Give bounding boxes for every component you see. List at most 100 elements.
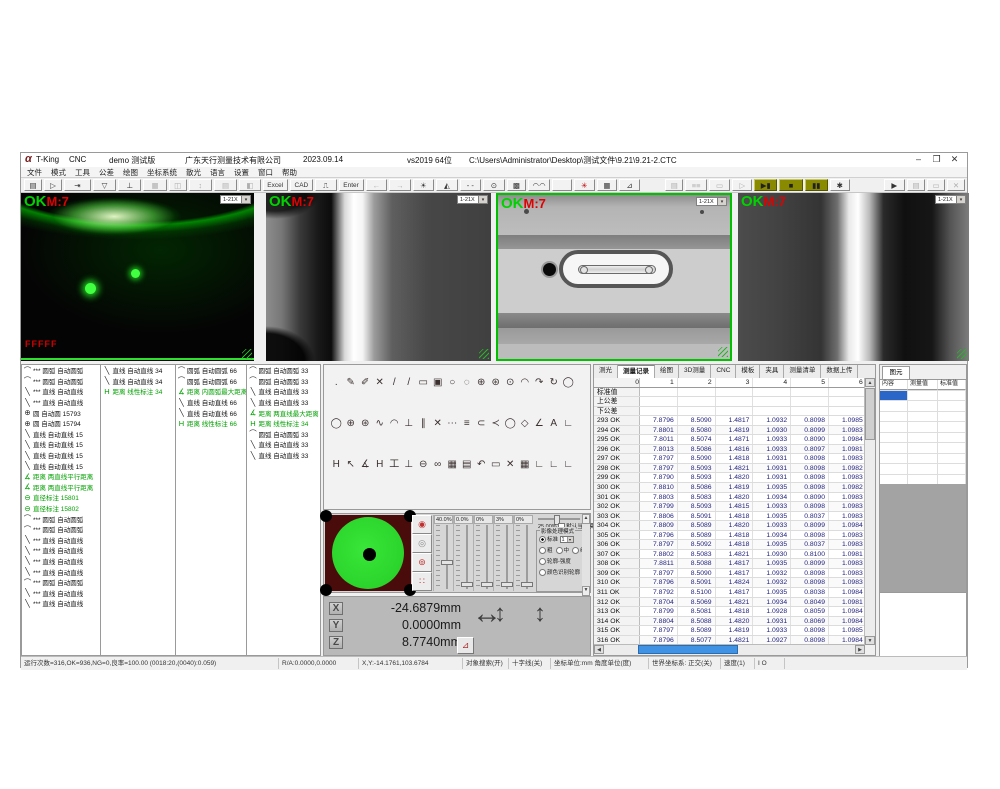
table-row[interactable]: 304 OK7.88098.50891.48201.09330.80991.09… xyxy=(594,521,865,531)
table-row[interactable]: 312 OK7.87048.50691.48211.09340.80491.09… xyxy=(594,598,865,608)
trend-chart-button[interactable]: ⊿ xyxy=(457,637,474,654)
camera-view-1[interactable]: OKM:7 1-21X▾ FFFFF xyxy=(21,193,254,361)
slider-thumb[interactable] xyxy=(481,582,493,587)
palette-tool-2-3[interactable]: H xyxy=(373,458,388,472)
pattern-button[interactable]: ▩ xyxy=(507,179,527,191)
palette-tool-2-9[interactable]: ▤ xyxy=(460,458,475,472)
list-item[interactable]: ╲直线 自动直线 15 xyxy=(22,439,100,450)
table-row[interactable]: 297 OK7.87978.50901.48181.09310.80981.09… xyxy=(594,454,865,464)
element-row[interactable] xyxy=(880,464,966,475)
palette-tool-1-15[interactable]: A xyxy=(547,417,562,431)
slider-track[interactable] xyxy=(494,525,513,589)
ring-light-canvas[interactable] xyxy=(325,515,411,591)
palette-tool-0-9[interactable]: ◌ xyxy=(460,376,475,390)
menu-item-9[interactable]: 窗口 xyxy=(258,167,273,178)
element-row[interactable] xyxy=(880,454,966,465)
minimize-button[interactable]: – xyxy=(910,153,927,166)
table-row[interactable]: 305 OK7.87968.50891.48181.09340.80981.09… xyxy=(594,531,865,541)
chart-button[interactable]: ⊿ xyxy=(619,179,641,191)
light-slider-0[interactable]: 40.0% xyxy=(433,515,453,591)
palette-tool-2-15[interactable]: ∟ xyxy=(547,458,562,472)
palette-tool-2-5[interactable]: ⊥ xyxy=(402,458,417,472)
dash-button[interactable]: - - xyxy=(460,179,482,191)
list-item[interactable]: ⌒圆弧 自动圆弧 66 xyxy=(176,376,247,387)
palette-tool-2-4[interactable]: 工 xyxy=(387,458,402,472)
mode-color-radio[interactable] xyxy=(539,569,546,576)
palette-tool-1-1[interactable]: ⊕ xyxy=(344,417,359,431)
list-item[interactable]: ⌒圆弧 自动圆弧 66 xyxy=(176,365,247,376)
palette-tool-1-7[interactable]: ✕ xyxy=(431,417,446,431)
palette-tool-2-16[interactable]: ∟ xyxy=(561,458,576,472)
export-result-button[interactable]: ▭ xyxy=(927,179,945,191)
jog-arrows[interactable]: ↔ ↕ ↕ xyxy=(472,603,552,639)
move-vertical-button[interactable]: ↕ xyxy=(189,179,212,191)
slider-thumb[interactable] xyxy=(501,582,513,587)
palette-tool-1-6[interactable]: ∥ xyxy=(416,417,431,431)
run-step-button[interactable]: ▶▮ xyxy=(754,179,777,191)
list-item[interactable]: ╲直线 自动直线 66 xyxy=(176,397,247,408)
cad-export-button[interactable]: CAD xyxy=(290,179,313,191)
horizontal-scrollbar[interactable]: ◀ ▶ xyxy=(594,644,865,655)
table-row[interactable]: 294 OK7.88018.50801.48191.09300.80991.09… xyxy=(594,426,865,436)
palette-tool-2-2[interactable]: ∡ xyxy=(358,458,373,472)
palette-tool-0-12[interactable]: ⊙ xyxy=(503,376,518,390)
disabled-grid-button[interactable]: ▦ xyxy=(143,179,166,191)
mode-level-radio-2[interactable] xyxy=(572,547,579,554)
resize-grip[interactable] xyxy=(957,349,967,359)
slider-thumb[interactable] xyxy=(441,560,453,565)
list-item[interactable]: ╲直线 自动直线 33 xyxy=(247,450,320,461)
list-item[interactable]: ╲直线 自动直线 33 xyxy=(247,397,320,408)
probe-button[interactable]: ⊥ xyxy=(118,179,141,191)
menu-item-2[interactable]: 工具 xyxy=(75,167,90,178)
palette-tool-0-6[interactable]: ▭ xyxy=(416,376,431,390)
cancel-button[interactable]: ✕ xyxy=(947,179,965,191)
list-item[interactable]: ╲*** 直线 自动直线 xyxy=(22,545,100,556)
goto-button[interactable]: ⇥ xyxy=(64,179,91,191)
tab-1[interactable]: 测量记录 xyxy=(618,365,655,378)
palette-tool-1-3[interactable]: ∿ xyxy=(373,417,388,431)
menu-item-3[interactable]: 公差 xyxy=(99,167,114,178)
list-item[interactable]: ╲直线 自动直线 15 xyxy=(22,450,100,461)
element-row[interactable] xyxy=(880,433,966,444)
run-tool-button[interactable]: ✱ xyxy=(830,179,850,191)
jog-vertical-icon[interactable]: ↕ xyxy=(494,600,506,628)
tab-4[interactable]: CNC xyxy=(711,365,736,378)
disabled-window-button[interactable]: ◫ xyxy=(169,179,187,191)
tab-7[interactable]: 测量清单 xyxy=(784,365,821,378)
list-item[interactable]: ⊖直径标注 15802 xyxy=(22,503,100,514)
table-row[interactable]: 302 OK7.87998.50931.48151.09330.80981.09… xyxy=(594,502,865,512)
list-item[interactable]: ⌒圆弧 自动圆弧 33 xyxy=(247,376,320,387)
open-file-button[interactable]: ▷ xyxy=(44,179,62,191)
list-item[interactable]: ╲直线 自动直线 34 xyxy=(101,365,175,376)
palette-tool-2-0[interactable]: H xyxy=(329,458,344,472)
tab-0[interactable]: 测光 xyxy=(594,365,618,378)
ring-double-button[interactable]: ⊚ xyxy=(412,553,432,572)
table-row[interactable]: 309 OK7.87978.50901.48171.09320.80981.09… xyxy=(594,569,865,579)
palette-tool-0-14[interactable]: ↷ xyxy=(532,376,547,390)
close-button[interactable]: ✕ xyxy=(946,153,963,166)
resize-grip[interactable] xyxy=(479,349,489,359)
list-item[interactable]: ⊕圆 自动圆 15793 xyxy=(22,407,100,418)
play-gray-button[interactable]: ▷ xyxy=(732,179,752,191)
arrow-right-button[interactable]: → xyxy=(389,179,411,191)
menu-item-4[interactable]: 绘图 xyxy=(123,167,138,178)
list-item[interactable]: ⌒*** 圆弧 自动圆弧 xyxy=(22,513,100,524)
pause-button[interactable]: ▮▮ xyxy=(805,179,828,191)
list-item[interactable]: ╲*** 直线 自动直线 xyxy=(22,397,100,408)
table-row[interactable]: 301 OK7.88038.50831.48201.09340.80901.09… xyxy=(594,493,865,503)
palette-tool-1-8[interactable]: ⋯ xyxy=(445,417,460,431)
zoom-search-button[interactable]: ⊙ xyxy=(483,179,505,191)
palette-tool-2-14[interactable]: ∟ xyxy=(532,458,547,472)
save-record-button[interactable]: ▤ xyxy=(665,179,683,191)
palette-tool-2-10[interactable]: ↶ xyxy=(474,458,489,472)
light-slider-4[interactable]: 0% xyxy=(513,515,533,591)
blank-button[interactable] xyxy=(552,179,572,191)
list-item[interactable]: H距离 线性标注 34 xyxy=(101,386,175,397)
camera-view-4[interactable]: OKM:7 1-21X▾ xyxy=(738,193,969,361)
list-item[interactable]: ╲直线 自动直线 33 xyxy=(247,439,320,450)
table-row[interactable]: 300 OK7.88108.50861.48191.09350.80981.09… xyxy=(594,483,865,493)
table-row[interactable]: 307 OK7.88028.50831.48211.09300.81001.09… xyxy=(594,550,865,560)
slider-track[interactable] xyxy=(514,525,533,589)
list-item[interactable]: ╲*** 直线 自动直线 xyxy=(22,566,100,577)
slider-track[interactable] xyxy=(434,525,453,589)
